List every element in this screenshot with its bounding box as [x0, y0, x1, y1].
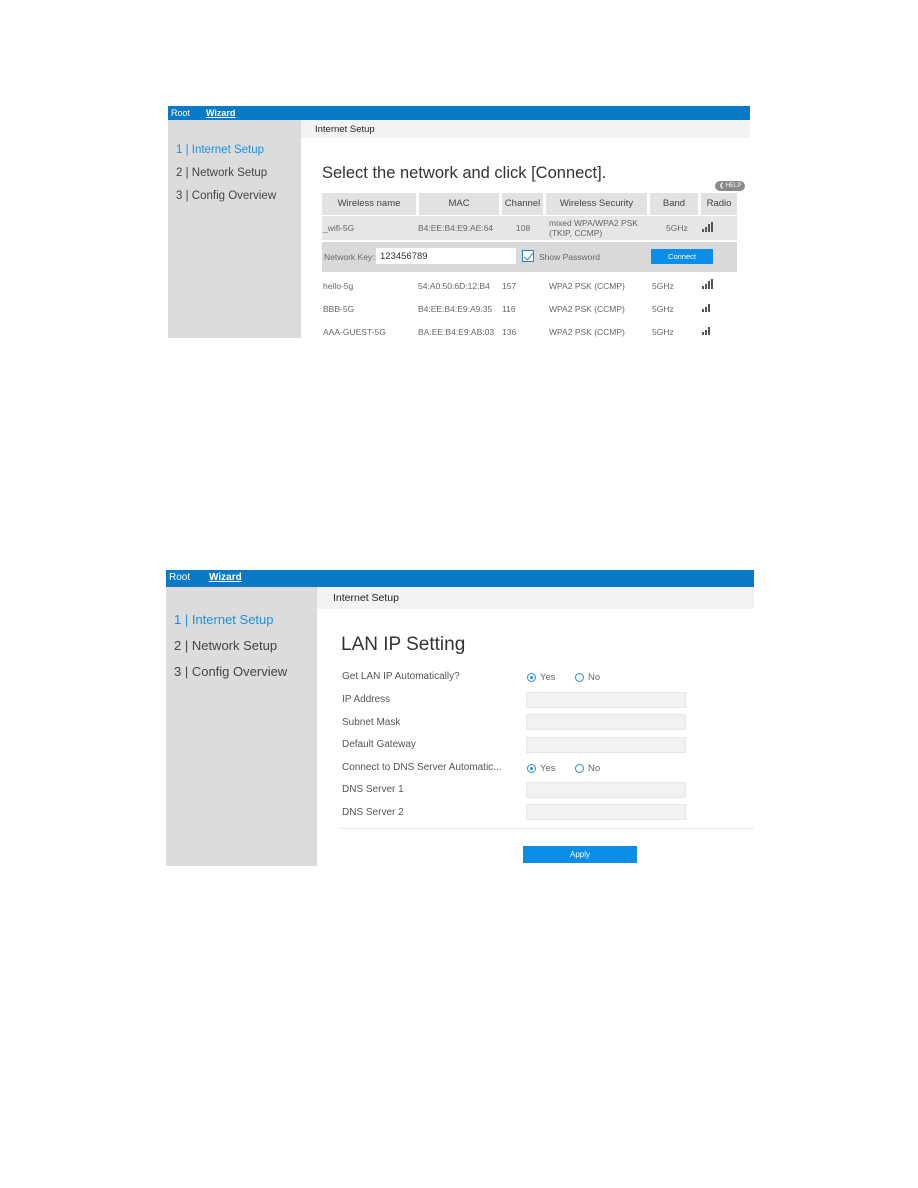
col-header-radio[interactable]: Radio — [701, 193, 737, 215]
cell-channel: 108 — [516, 223, 531, 233]
breadcrumb-bar: Internet Setup — [317, 587, 754, 609]
cell-mac: B4:EE:B4:E9:AE:64 — [418, 223, 494, 233]
sidebar-item-network-setup[interactable]: 2 | Network Setup — [174, 638, 277, 653]
table-row[interactable]: hello-5g 54:A0:50:6D:12:B4 157 WPA2 PSK … — [322, 274, 737, 298]
signal-strength-icon — [702, 325, 716, 335]
cell-wireless-name: hello-5g — [323, 281, 354, 291]
cell-band: 5GHz — [652, 281, 674, 291]
cell-security: WPA2 PSK (CCMP) — [549, 281, 625, 291]
dns-server-2-input[interactable] — [526, 804, 686, 820]
sidebar-item-config-overview[interactable]: 3 | Config Overview — [176, 190, 276, 202]
cell-band: 5GHz — [652, 327, 674, 337]
nav-root-link[interactable]: Root — [171, 108, 190, 118]
dns-auto-no-label: No — [588, 763, 601, 774]
cell-wireless-name: _wifi-5G — [323, 223, 355, 233]
col-header-mac[interactable]: MAC — [419, 193, 499, 215]
cell-channel: 116 — [502, 304, 516, 314]
get-lan-ip-auto-no-label: No — [588, 672, 601, 683]
page-title: Select the network and click [Connect]. — [322, 164, 607, 182]
lan-ip-setting-screenshot: Root Wizard 1 | Internet Setup 2 | Netwo… — [166, 570, 754, 866]
cell-band: 5GHz — [666, 223, 688, 233]
dns-server-1-input[interactable] — [526, 782, 686, 798]
cell-security-line2: (TKIP, CCMP) — [549, 228, 603, 238]
show-password-label: Show Password — [539, 252, 600, 262]
get-lan-ip-auto-label: Get LAN IP Automatically? — [342, 671, 460, 682]
subnet-mask-label: Subnet Mask — [342, 717, 401, 728]
network-key-input[interactable] — [376, 248, 516, 264]
breadcrumb: Internet Setup — [333, 592, 399, 604]
get-lan-ip-auto-yes-label: Yes — [540, 672, 556, 683]
cell-channel: 157 — [502, 281, 517, 291]
cell-band: 5GHz — [652, 304, 674, 314]
wizard-sidebar: 1 | Internet Setup 2 | Network Setup 3 |… — [166, 587, 317, 866]
col-header-wireless-security[interactable]: Wireless Security — [546, 193, 647, 215]
col-header-channel[interactable]: Channel — [502, 193, 543, 215]
default-gateway-input[interactable] — [526, 737, 686, 753]
sidebar-item-network-setup[interactable]: 2 | Network Setup — [176, 167, 267, 179]
get-lan-ip-auto-yes-radio[interactable] — [527, 673, 536, 682]
nav-wizard-link[interactable]: Wizard — [209, 572, 242, 583]
dns-auto-label: Connect to DNS Server Automatic... — [342, 762, 502, 773]
sidebar-item-internet-setup[interactable]: 1 | Internet Setup — [176, 144, 264, 156]
signal-strength-icon — [702, 302, 716, 312]
dns-auto-yes-radio[interactable] — [527, 764, 536, 773]
dns-auto-yes-label: Yes — [540, 763, 556, 774]
show-password-checkbox[interactable] — [522, 250, 534, 262]
cell-wireless-name: AAA-GUEST-5G — [323, 327, 386, 337]
cell-channel: 136 — [502, 327, 517, 337]
top-nav-bar: Root Wizard — [166, 570, 754, 587]
breadcrumb: Internet Setup — [315, 124, 375, 135]
col-header-wireless-name[interactable]: Wireless name — [322, 193, 416, 215]
cell-mac: 54:A0:50:6D:12:B4 — [418, 281, 490, 291]
default-gateway-label: Default Gateway — [342, 739, 416, 750]
sidebar-item-config-overview[interactable]: 3 | Config Overview — [174, 664, 287, 679]
top-nav-bar: Root Wizard — [168, 106, 750, 120]
cell-security: WPA2 PSK (CCMP) — [549, 304, 625, 314]
page-title: LAN IP Setting — [341, 634, 466, 655]
nav-wizard-link[interactable]: Wizard — [206, 108, 235, 118]
network-select-screenshot: Root Wizard 1 | Internet Setup 2 | Netwo… — [168, 106, 750, 338]
ip-address-input[interactable] — [526, 692, 686, 708]
signal-strength-icon — [702, 279, 716, 289]
network-key-row: Network Key: Show Password Connect — [322, 242, 737, 272]
dns-server-1-label: DNS Server 1 — [342, 784, 404, 795]
get-lan-ip-auto-no-radio[interactable] — [575, 673, 584, 682]
table-row-selected[interactable]: _wifi-5G B4:EE:B4:E9:AE:64 108 mixed WPA… — [322, 216, 737, 240]
ip-address-label: IP Address — [342, 694, 391, 705]
cell-mac: B4:EE:B4:E9:A9:35 — [418, 304, 493, 314]
breadcrumb-bar: Internet Setup — [301, 120, 750, 138]
cell-mac: BA:EE:B4:E9:AB:03 — [418, 327, 495, 337]
nav-root-link[interactable]: Root — [169, 572, 190, 583]
connect-button[interactable]: Connect — [651, 249, 713, 264]
signal-strength-icon — [702, 222, 716, 232]
sidebar-item-internet-setup[interactable]: 1 | Internet Setup — [174, 612, 274, 627]
apply-button[interactable]: Apply — [523, 846, 637, 863]
dns-auto-no-radio[interactable] — [575, 764, 584, 773]
help-button[interactable]: ❮ HELP — [715, 181, 746, 191]
subnet-mask-input[interactable] — [526, 714, 686, 730]
table-row[interactable]: BBB-5G B4:EE:B4:E9:A9:35 116 WPA2 PSK (C… — [322, 297, 737, 321]
network-key-label: Network Key: — [324, 252, 375, 262]
wizard-sidebar: 1 | Internet Setup 2 | Network Setup 3 |… — [168, 120, 301, 338]
dns-server-2-label: DNS Server 2 — [342, 807, 404, 818]
cell-security-line1: mixed WPA/WPA2 PSK — [549, 218, 638, 228]
form-divider — [341, 828, 754, 829]
cell-wireless-name: BBB-5G — [323, 304, 355, 314]
cell-security: WPA2 PSK (CCMP) — [549, 327, 625, 337]
col-header-band[interactable]: Band — [650, 193, 698, 215]
help-arrow-icon: ❮ — [719, 183, 725, 189]
table-row[interactable]: AAA-GUEST-5G BA:EE:B4:E9:AB:03 136 WPA2 … — [322, 320, 737, 338]
